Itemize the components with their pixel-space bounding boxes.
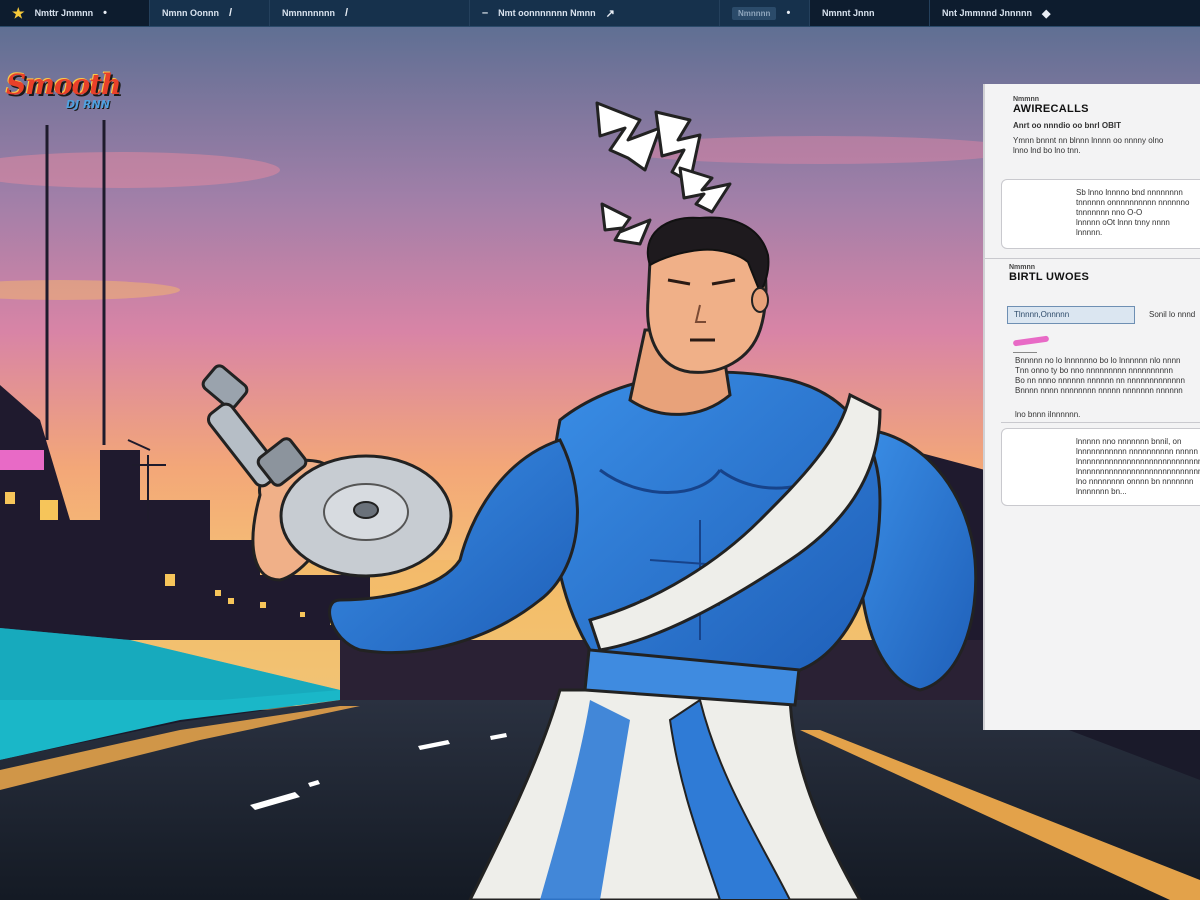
dash-icon: – xyxy=(482,7,489,19)
para-line: Bo nn nnno nnnnnn nnnnnn nn nnnnnnnnnnnn… xyxy=(1015,376,1185,385)
card-text: lnnnnnnnnnnn nnnnnnnnnn nnnnn xyxy=(1076,447,1198,456)
card-text: lnnnnnnnnnnnnnnnnnnnnnnnnnnnnnnn xyxy=(1076,467,1200,476)
tab-second[interactable]: Nmnn Oonnn / xyxy=(150,0,270,26)
top-tab-bar: ★ Nmttr Jmmnn • Nmnn Oonnn / Nmnnnnnnn /… xyxy=(0,0,1200,27)
section-subheading: Anrt oo nnndio oo bnrl OBIT xyxy=(1013,121,1121,130)
section-heading: AWIRECALLS xyxy=(1013,103,1089,115)
info-panel: Nmmnn AWIRECALLS Anrt oo nnndio oo bnrl … xyxy=(983,84,1200,730)
section-text: Ymnn bnnnt nn blnnn lnnnn oo nnnny olno xyxy=(1013,136,1164,145)
tab-label: Nmt oonnnnnnn Nmnn xyxy=(498,8,596,18)
section-heading: BIRTL UWOES xyxy=(1009,271,1090,283)
arrow-icon: ↗ xyxy=(605,7,615,20)
tab-pill: Nmnnnn xyxy=(732,6,777,20)
send-button[interactable]: Sonil lo nnnd xyxy=(1143,306,1200,324)
tab-home[interactable]: ★ Nmttr Jmmnn • xyxy=(0,0,150,26)
divider xyxy=(985,258,1200,259)
highlight-mark xyxy=(1012,335,1050,347)
tab-label: Nmnnnnnnn xyxy=(282,8,335,18)
tab-seventh[interactable]: Nnt Jmmnnd Jnnnnn ◆ xyxy=(930,0,1200,26)
tab-label: Nmttr Jmmnn xyxy=(34,8,94,18)
tab-search[interactable]: Nmnnnn • xyxy=(720,0,810,26)
card-text: tnnnnnn onnnnnnnnnn nnnnnno xyxy=(1076,198,1190,207)
tab-fourth[interactable]: – Nmt oonnnnnnn Nmnn ↗ xyxy=(470,0,720,26)
star-icon: ★ xyxy=(12,4,25,21)
info-card[interactable]: Sb lnno lnnnno bnd nnnnnnnn tnnnnnn onnn… xyxy=(1001,179,1200,249)
card-text: tnnnnnnn nno O-O xyxy=(1076,208,1143,217)
card-text: lnnnnnnn bn... xyxy=(1076,487,1127,496)
section-kicker: Nmmnn xyxy=(1013,96,1040,103)
card-text: lnnnnn. xyxy=(1076,228,1103,237)
divider xyxy=(1001,422,1200,423)
card-text: lnnnnnnnnnnnnnnnnnnnnnnnnnnnnnn xyxy=(1076,457,1200,466)
search-input[interactable]: Tlnnnn,Onnnnn xyxy=(1007,306,1135,324)
logo-sub-text: DJ RNN xyxy=(66,98,110,111)
body-paragraph: Bnnnnn no lo lnnnnnno bo lo lnnnnnn nlo … xyxy=(1015,356,1200,420)
para-line: Bnnnn nnnn nnnnnnnn nnnnn nnnnnnn nnnnnn xyxy=(1015,386,1183,395)
para-footer: lno bnnn ilnnnnnn. xyxy=(1015,410,1081,419)
dot-icon: • xyxy=(786,7,791,19)
slash-icon: / xyxy=(345,7,349,19)
tab-label: Nmnn Oonnn xyxy=(162,8,219,18)
card-text: Sb lnno lnnnno bnd nnnnnnnn xyxy=(1076,188,1183,197)
logo-main-text: Smooth xyxy=(6,68,121,101)
info-card[interactable]: lnnnnn nno nnnnnnn bnnil, on lnnnnnnnnnn… xyxy=(1001,428,1200,506)
tab-label: Nmnnt Jnnn xyxy=(822,8,875,18)
para-line: Tnn onno ty bo nno nnnnnnnnn nnnnnnnnnn xyxy=(1015,366,1173,375)
slash-icon: / xyxy=(229,7,233,19)
section-kicker: Nmmnn xyxy=(1009,264,1036,271)
neon-sign xyxy=(0,450,44,470)
underline-mark xyxy=(1013,352,1037,353)
tab-sixth[interactable]: Nmnnt Jnnn xyxy=(810,0,930,26)
tab-label: Nnt Jmmnnd Jnnnnn xyxy=(942,8,1032,18)
para-line: Bnnnnn no lo lnnnnnno bo lo lnnnnnn nlo … xyxy=(1015,356,1181,365)
brand-logo: Smooth DJ RNN xyxy=(6,68,126,118)
tab-third[interactable]: Nmnnnnnnn / xyxy=(270,0,470,26)
dot-icon: • xyxy=(103,7,107,19)
card-text: lnnnnn oOt lnnn tnny nnnn xyxy=(1076,218,1170,227)
card-text: lnnnnn nno nnnnnnn bnnil, on xyxy=(1076,437,1182,446)
section-text: lnno lnd bo lno tnn. xyxy=(1013,146,1081,155)
card-text: lno nnnnnnnn onnnn bn nnnnnnn xyxy=(1076,477,1194,486)
diamond-icon: ◆ xyxy=(1042,7,1051,20)
